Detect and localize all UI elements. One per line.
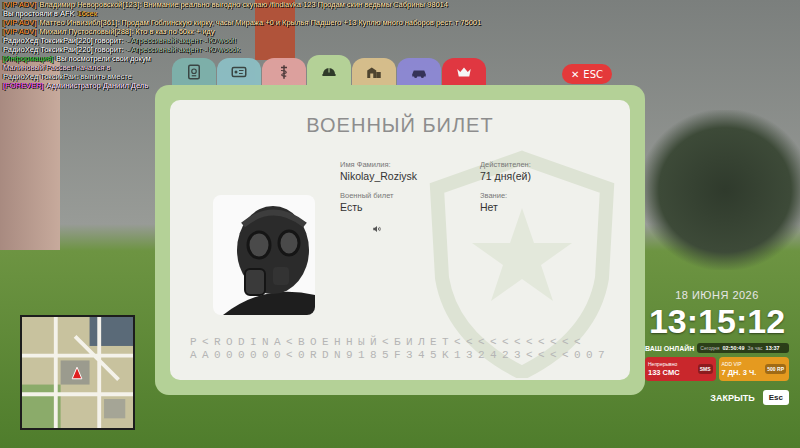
esc-key[interactable]: Esc (763, 390, 789, 405)
chat-segment: Михаил Пустословый[288]: Кто в каз по 50… (39, 27, 214, 36)
chat-segment: - Агрессивный акцент - Ю woook (126, 45, 240, 54)
tab[interactable] (262, 58, 306, 85)
id-card-icon (230, 63, 248, 81)
mrz-line: AA000000<0RDN9185F345K132423<<<<007 (190, 349, 630, 362)
field-label: Военный билет (340, 191, 480, 200)
chat-segment: РадиоХед ТоксикРаи[220] говорит: (3, 36, 123, 45)
hud: 18 ИЮНЯ 202613:15:12 ВАШ ОНЛАЙНСегодня02:… (645, 288, 789, 405)
field-label: Имя Фамилия: (340, 160, 480, 169)
tabs-row: ✕ESC (155, 55, 645, 85)
field: Военный билетЕсть (340, 191, 480, 214)
close-hint[interactable]: ЗАКРЫТЬ Esc (645, 390, 789, 405)
minimap (20, 315, 135, 430)
chat-segment: Вы простояли в AFK (3, 9, 75, 18)
promo-title: Непрерывно (648, 361, 680, 368)
chat-segment: [VIP ADV] (3, 27, 36, 36)
chat-line: РадиоХед ТоксикРаи[220] говорит:- Агресс… (3, 36, 484, 45)
scene-trees (640, 110, 800, 270)
field-value: 71 дня(ей) (480, 170, 620, 183)
clock: 13:15:12 (645, 302, 789, 340)
chat-line: [VIP ADV]Михаил Пустословый[288]: Кто в … (3, 27, 484, 36)
field-value: Nikolay_Roziysk (340, 170, 480, 183)
promos: Непрерывно133 СМС SMS ADD VIP7 ДН. 3 Ч. 500… (645, 357, 789, 381)
crown-icon (455, 63, 473, 81)
tab[interactable] (217, 58, 261, 85)
tab[interactable] (172, 58, 216, 85)
field-label: Действителен: (480, 160, 620, 169)
chat-line: [VIP ADV]Владимир Неворовской[123]: Вним… (3, 0, 484, 9)
date: 18 ИЮНЯ 2026 (645, 288, 789, 302)
scene-chimney (255, 0, 295, 60)
promo-title: ADD VIP (722, 361, 757, 368)
chat-segment: РадиоХед ТоксикРаи: выпить вместе (3, 72, 132, 81)
promo-card[interactable]: ADD VIP7 ДН. 3 Ч. 500 RP (719, 357, 790, 381)
document-body: Имя Фамилия:Nikolay_RoziyskДействителен:… (170, 160, 630, 315)
chat-segment: [Информация] (3, 54, 53, 63)
document-frame: ВОЕННЫЙ БИЛЕТ Имя Фамилия:Nikolay_Roziysk… (155, 85, 645, 395)
chat-segment: Малиновый Рассвет начался в (3, 63, 110, 72)
tabs (172, 55, 487, 85)
field-value: Нет (480, 201, 620, 214)
chat-line: [VIP ADV]Маттео Инвизибл[361]: Продам Го… (3, 18, 484, 27)
passport-icon (185, 63, 203, 81)
documents-panel: ✕ESC ВОЕННЫЙ БИЛЕТ Имя Фамилия:Nikolay_Roz… (155, 55, 645, 395)
tab[interactable] (307, 55, 351, 86)
chat-segment: 16сек (78, 9, 98, 18)
map-icon (22, 317, 133, 428)
car-icon (410, 63, 428, 81)
chat-segment: Маттео Инвизибл[361]: Продам Гоблинскую … (39, 18, 481, 27)
chat-segment: Вы посмотрели свои докум (56, 54, 151, 63)
chat-segment: [FOREVER] (3, 81, 43, 90)
promo-value: 133 СМС (648, 368, 680, 378)
gas-mask-icon (213, 195, 315, 315)
close-button[interactable]: ✕ESC (562, 64, 612, 84)
field-label: Звание: (480, 191, 620, 200)
game-screen: [VIP ADV]Владимир Неворовской[123]: Вним… (0, 0, 800, 448)
document-info: Имя Фамилия:Nikolay_RoziyskДействителен:… (340, 160, 620, 315)
field-value: Есть (340, 201, 480, 214)
chat-segment: [VIP ADV] (3, 0, 36, 9)
tab[interactable] (397, 58, 441, 85)
medical-icon (275, 63, 293, 81)
online-stats: Сегодня02:50:49За час13:37 (697, 343, 789, 353)
chat-segment: [VIP ADV] (3, 18, 36, 27)
fields: Имя Фамилия:Nikolay_RoziyskДействителен:… (340, 160, 620, 214)
promo-badge: SMS (698, 364, 713, 374)
mrz-block: P<RODINA<ВОЕННЫЙ<БИЛЕТ<<<<<<<<<<<AA00000… (170, 336, 630, 380)
field: Звание:Нет (480, 191, 620, 214)
tab[interactable] (442, 58, 486, 85)
promo-value: 7 ДН. 3 Ч. (722, 368, 757, 378)
promo-badge: 500 RP (765, 364, 786, 374)
chat-line: Вы простояли в AFK16сек (3, 9, 484, 18)
mrz-line: P<RODINA<ВОЕННЫЙ<БИЛЕТ<<<<<<<<<<< (190, 336, 630, 349)
online-label: ВАШ ОНЛАЙН (645, 345, 694, 352)
sound-icon[interactable] (372, 224, 382, 234)
field: Действителен:71 дня(ей) (480, 160, 620, 183)
tab[interactable] (352, 58, 396, 85)
close-label: ЗАКРЫТЬ (710, 393, 754, 403)
chat-line: РадиоХед ТоксикРаи[220] говорит:- Агресс… (3, 45, 484, 54)
close-icon: ✕ (571, 69, 579, 80)
military-id-card: ВОЕННЫЙ БИЛЕТ Имя Фамилия:Nikolay_Roziysk… (170, 100, 630, 380)
chat-segment: - Агрессивный акцент - Ю woof! (126, 36, 236, 45)
helmet-icon (320, 62, 338, 80)
online-row: ВАШ ОНЛАЙНСегодня02:50:49За час13:37 (645, 343, 789, 353)
chat-segment: РадиоХед ТоксикРаи[220] говорит: (3, 45, 123, 54)
promo-card[interactable]: Непрерывно133 СМС SMS (645, 357, 716, 381)
field: Имя Фамилия:Nikolay_Roziysk (340, 160, 480, 183)
chat-segment: Владимир Неворовской[123]: Внимание реал… (39, 0, 448, 9)
chat-segment: Администратор Даниил Дель (46, 81, 148, 90)
document-title: ВОЕННЫЙ БИЛЕТ (170, 100, 630, 137)
avatar-image (213, 195, 315, 315)
house-icon (365, 63, 383, 81)
